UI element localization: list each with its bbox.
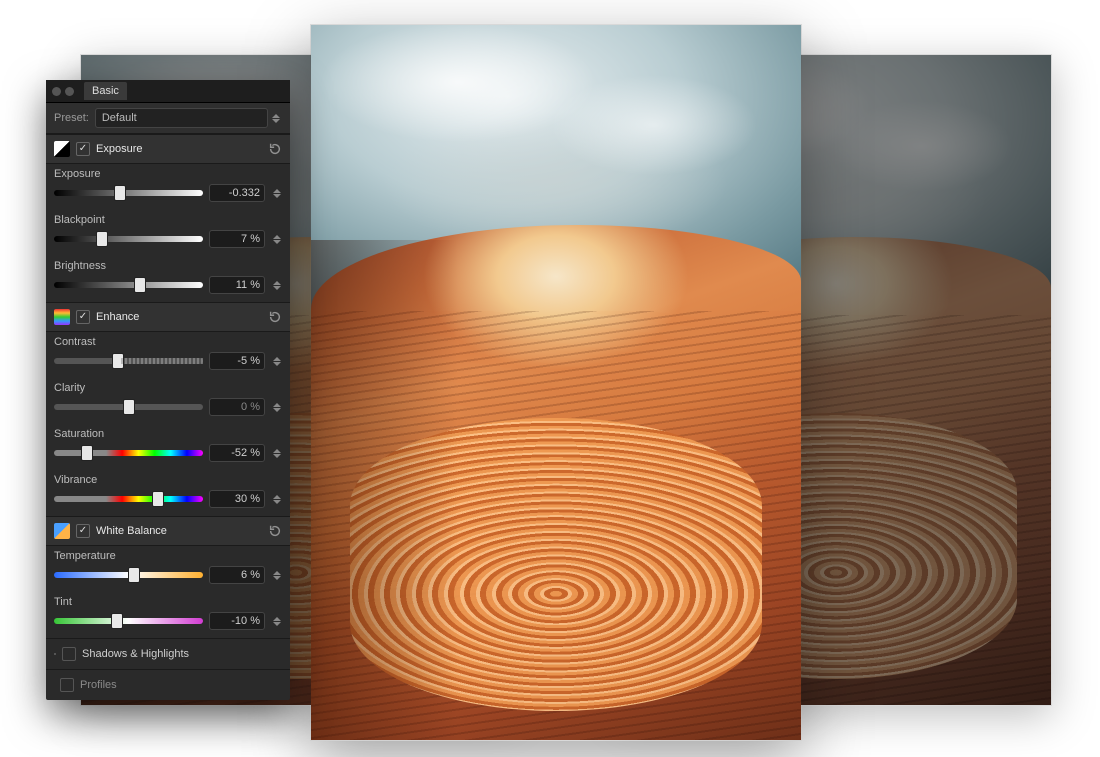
- param-exposure: Exposure -0.332: [46, 164, 290, 210]
- param-label: Temperature: [54, 550, 282, 562]
- param-clarity: Clarity 0 %: [46, 378, 290, 424]
- value-stepper[interactable]: [273, 189, 282, 198]
- param-label: Blackpoint: [54, 214, 282, 226]
- whitebalance-checkbox[interactable]: [76, 524, 90, 538]
- section-exposure-header[interactable]: Exposure: [46, 134, 290, 164]
- reset-icon[interactable]: [268, 524, 282, 538]
- preset-label: Preset:: [54, 112, 89, 124]
- value-stepper[interactable]: [273, 571, 282, 580]
- white-balance-icon: [54, 523, 70, 539]
- preset-stepper[interactable]: [272, 114, 282, 123]
- temperature-value[interactable]: 6 %: [209, 566, 265, 584]
- preset-value: Default: [102, 112, 137, 124]
- saturation-slider[interactable]: [54, 450, 203, 456]
- param-temperature: Temperature 6 %: [46, 546, 290, 592]
- param-label: Brightness: [54, 260, 282, 272]
- contrast-value[interactable]: -5 %: [209, 352, 265, 370]
- clarity-value[interactable]: 0 %: [209, 398, 265, 416]
- reset-icon[interactable]: [268, 142, 282, 156]
- section-title: Enhance: [96, 311, 268, 323]
- brightness-slider[interactable]: [54, 282, 203, 288]
- adjustments-panel: Basic Preset: Default Exposure Exposure: [46, 80, 290, 700]
- section-shadows-highlights[interactable]: Shadows & Highlights: [46, 638, 290, 669]
- param-vibrance: Vibrance 30 %: [46, 470, 290, 516]
- profiles-checkbox[interactable]: [60, 678, 74, 692]
- main-image: [310, 24, 802, 741]
- value-stepper[interactable]: [273, 357, 282, 366]
- panel-titlebar[interactable]: Basic: [46, 80, 290, 103]
- value-stepper[interactable]: [273, 403, 282, 412]
- tint-value[interactable]: -10 %: [209, 612, 265, 630]
- section-enhance-header[interactable]: Enhance: [46, 302, 290, 332]
- value-stepper[interactable]: [273, 495, 282, 504]
- saturation-value[interactable]: -52 %: [209, 444, 265, 462]
- value-stepper[interactable]: [273, 281, 282, 290]
- param-label: Contrast: [54, 336, 282, 348]
- exposure-icon: [54, 141, 70, 157]
- exposure-checkbox[interactable]: [76, 142, 90, 156]
- param-contrast: Contrast -5 %: [46, 332, 290, 378]
- param-brightness: Brightness 11 %: [46, 256, 290, 302]
- section-whitebalance-header[interactable]: White Balance: [46, 516, 290, 546]
- exposure-slider[interactable]: [54, 190, 203, 196]
- vibrance-value[interactable]: 30 %: [209, 490, 265, 508]
- value-stepper[interactable]: [273, 235, 282, 244]
- param-saturation: Saturation -52 %: [46, 424, 290, 470]
- vibrance-slider[interactable]: [54, 496, 203, 502]
- section-title: Profiles: [80, 679, 117, 691]
- exposure-value[interactable]: -0.332: [209, 184, 265, 202]
- param-label: Vibrance: [54, 474, 282, 486]
- blackpoint-slider[interactable]: [54, 236, 203, 242]
- section-title: White Balance: [96, 525, 268, 537]
- section-title: Shadows & Highlights: [82, 648, 189, 660]
- shadows-highlights-checkbox[interactable]: [62, 647, 76, 661]
- panel-tab-basic[interactable]: Basic: [84, 82, 127, 100]
- param-label: Saturation: [54, 428, 282, 440]
- window-dot: [65, 87, 74, 96]
- blackpoint-value[interactable]: 7 %: [209, 230, 265, 248]
- param-label: Clarity: [54, 382, 282, 394]
- clarity-slider[interactable]: [54, 404, 203, 410]
- enhance-icon: [54, 309, 70, 325]
- enhance-checkbox[interactable]: [76, 310, 90, 324]
- reset-icon[interactable]: [268, 310, 282, 324]
- param-tint: Tint -10 %: [46, 592, 290, 638]
- window-dot: [52, 87, 61, 96]
- tint-slider[interactable]: [54, 618, 203, 624]
- value-stepper[interactable]: [273, 617, 282, 626]
- value-stepper[interactable]: [273, 449, 282, 458]
- preset-row: Preset: Default: [46, 103, 290, 134]
- preset-select[interactable]: Default: [95, 108, 268, 128]
- temperature-slider[interactable]: [54, 572, 203, 578]
- param-label: Tint: [54, 596, 282, 608]
- section-profiles[interactable]: Profiles: [46, 669, 290, 700]
- section-title: Exposure: [96, 143, 268, 155]
- contrast-slider[interactable]: [54, 358, 203, 364]
- shadows-highlights-icon: [54, 653, 56, 655]
- param-label: Exposure: [54, 168, 282, 180]
- param-blackpoint: Blackpoint 7 %: [46, 210, 290, 256]
- brightness-value[interactable]: 11 %: [209, 276, 265, 294]
